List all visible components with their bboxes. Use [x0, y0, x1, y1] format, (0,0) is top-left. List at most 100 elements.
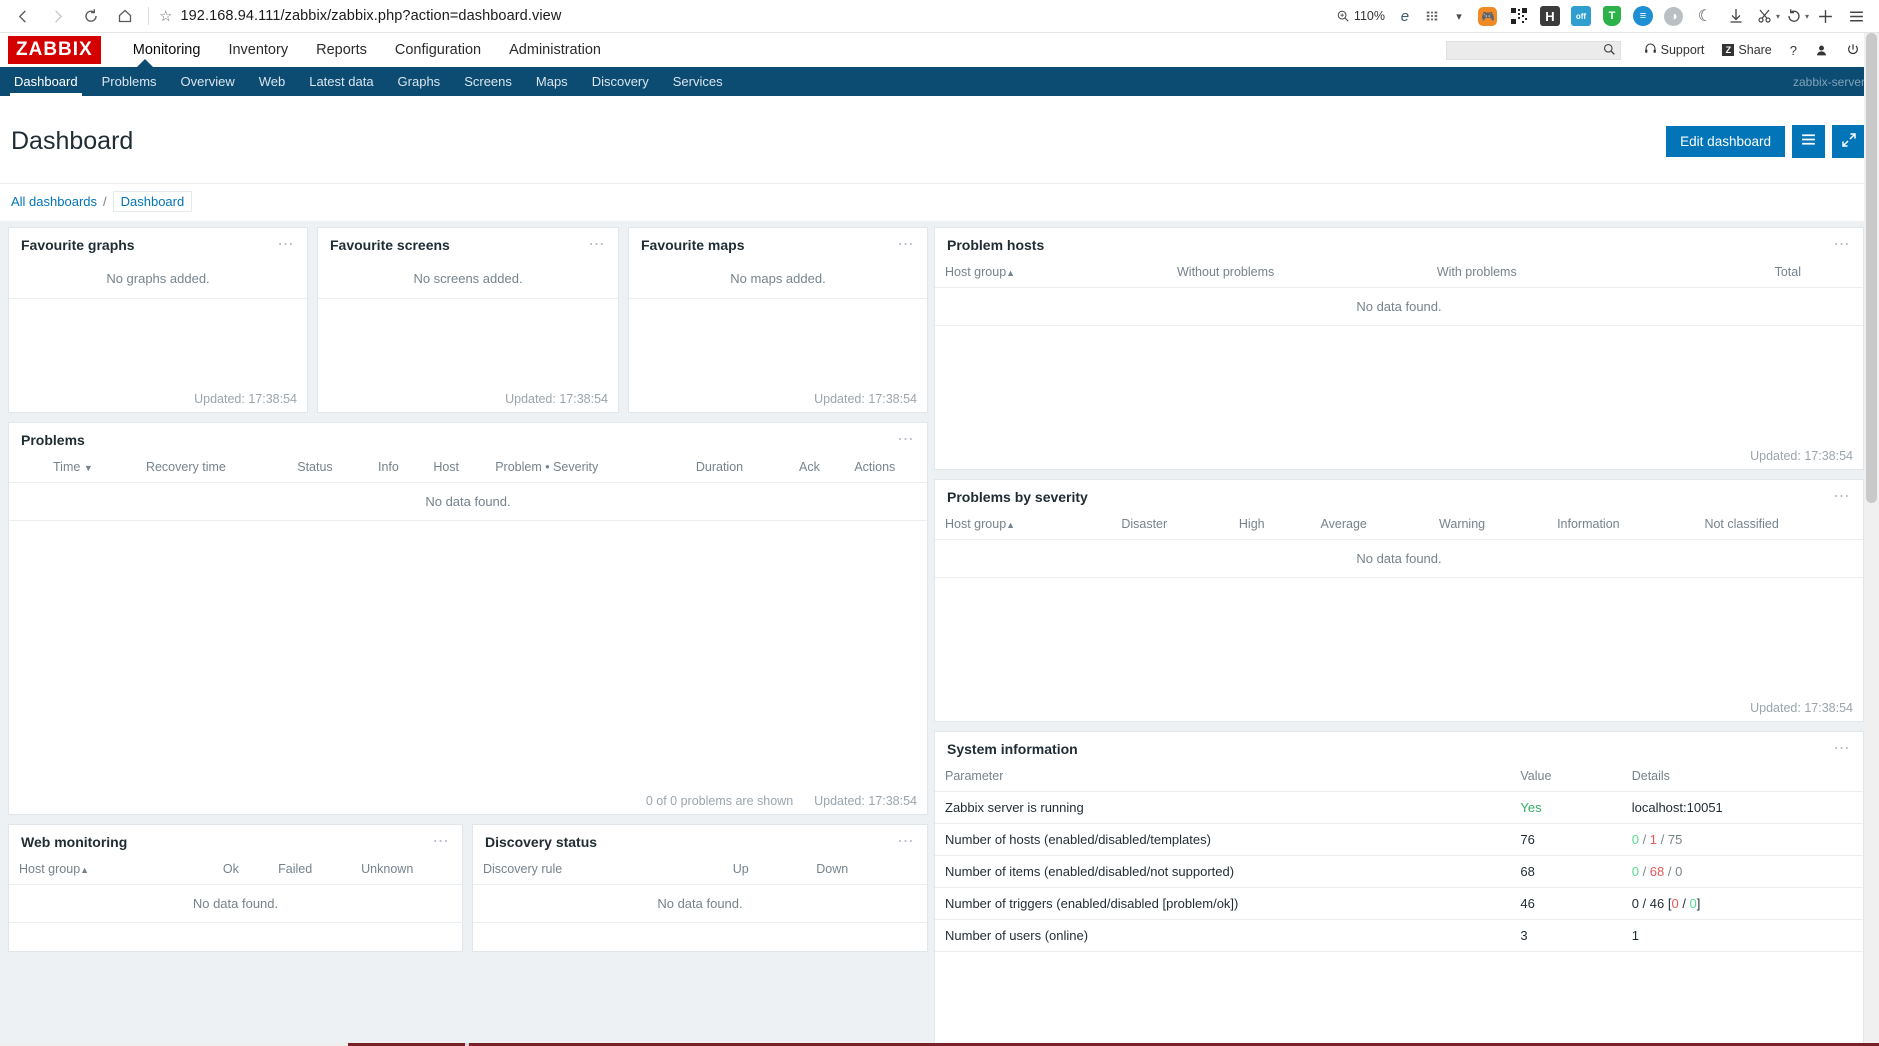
dashboard-menu-button[interactable] — [1792, 124, 1825, 158]
address-bar[interactable]: ☆ 192.168.94.111/zabbix/zabbix.php?actio… — [155, 2, 1330, 30]
shield-extension-icon[interactable]: T — [1597, 3, 1627, 29]
widget-favourite-screens[interactable]: Favourite screens ⋯ No screens added. Up… — [317, 226, 619, 413]
col-label: Host group — [945, 516, 1007, 531]
widget-title: Problems by severity — [947, 488, 1088, 505]
subnav-item-web[interactable]: Web — [247, 67, 298, 96]
widget-body: No graphs added. Updated: 17:38:54 — [9, 261, 307, 412]
h-extension-icon[interactable]: H — [1535, 3, 1565, 29]
widget-title: Favourite screens — [330, 236, 450, 253]
widget-problems[interactable]: Problems ⋯ Time ▼ Recovery time Status I… — [8, 421, 928, 815]
main-menu-item-configuration[interactable]: Configuration — [381, 35, 495, 66]
bookmark-star-icon[interactable]: ☆ — [159, 9, 172, 24]
widget-favourite-graphs[interactable]: Favourite graphs ⋯ No graphs added. Upda… — [8, 226, 308, 413]
table-header-row: Host group▲ Ok Failed Unknown — [9, 857, 462, 885]
widget-updated: Updated: 17:38:54 — [505, 391, 608, 406]
edit-dashboard-button[interactable]: Edit dashboard — [1666, 125, 1785, 157]
widget-web-monitoring[interactable]: Web monitoring ⋯ Host group▲ Ok Failed U… — [8, 823, 463, 952]
details-cell: 0 / 68 / 0 — [1621, 855, 1863, 888]
col-recovery-time[interactable]: Recovery time — [135, 455, 272, 483]
system-information-table: Parameter Value Details Zabbix server is… — [935, 764, 1863, 952]
widget-menu-icon[interactable]: ⋯ — [589, 236, 607, 252]
col-status[interactable]: Status — [271, 455, 368, 483]
subnav-item-overview[interactable]: Overview — [169, 67, 247, 96]
edge-icon[interactable]: e — [1392, 3, 1418, 29]
widget-menu-icon[interactable]: ⋯ — [278, 236, 296, 252]
widget-menu-icon[interactable]: ⋯ — [898, 431, 916, 447]
widget-system-information[interactable]: System information ⋯ Parameter Value Det… — [934, 730, 1864, 1046]
chevron-down-icon[interactable]: ▾ — [1446, 3, 1472, 29]
subnav-item-discovery[interactable]: Discovery — [580, 67, 661, 96]
downloads-icon[interactable] — [1721, 3, 1751, 29]
subnav-item-services[interactable]: Services — [661, 67, 735, 96]
page-scrollbar[interactable] — [1864, 33, 1879, 1046]
dark-mode-icon[interactable]: ☾ — [1690, 3, 1720, 29]
fullscreen-button[interactable] — [1832, 124, 1865, 158]
grid-icon[interactable] — [1419, 3, 1445, 29]
widget-discovery-status[interactable]: Discovery status ⋯ Discovery rule Up Dow… — [472, 823, 928, 952]
widget-menu-icon[interactable]: ⋯ — [1834, 236, 1852, 252]
col-host[interactable]: Host — [423, 455, 486, 483]
main-menu-item-inventory[interactable]: Inventory — [214, 35, 302, 66]
subnav-item-screens[interactable]: Screens — [452, 67, 524, 96]
subnav-item-graphs[interactable]: Graphs — [386, 67, 453, 96]
help-icon[interactable]: ? — [1781, 39, 1806, 62]
qr-code-icon[interactable] — [1504, 3, 1534, 29]
user-profile-icon[interactable] — [1806, 40, 1837, 61]
scrollbar-thumb[interactable] — [1866, 33, 1877, 503]
main-menu-item-administration[interactable]: Administration — [495, 35, 615, 66]
browser-menu-icon[interactable] — [1841, 3, 1871, 29]
search-input[interactable] — [1445, 40, 1621, 60]
breadcrumb-current[interactable]: Dashboard — [112, 190, 193, 212]
table-header-row: Discovery rule Up Down — [473, 857, 927, 885]
home-button[interactable] — [108, 2, 142, 30]
subnav-item-maps[interactable]: Maps — [524, 67, 580, 96]
breadcrumb-all-dashboards[interactable]: All dashboards — [11, 194, 97, 209]
adblock-off-icon[interactable]: off — [1566, 3, 1596, 29]
widget-menu-icon[interactable]: ⋯ — [1834, 488, 1852, 504]
col-host-group[interactable]: Host group▲ — [9, 857, 213, 885]
parameter-cell: Number of triggers (enabled/disabled [pr… — [935, 887, 1511, 920]
widget-title: Favourite graphs — [21, 236, 135, 253]
col-up: Up — [722, 857, 807, 885]
widget-menu-icon[interactable]: ⋯ — [1834, 740, 1852, 756]
back-button[interactable] — [6, 2, 40, 30]
zabbix-logo[interactable]: ZABBIX — [8, 36, 101, 64]
widget-menu-icon[interactable]: ⋯ — [898, 236, 916, 252]
headset-icon — [1644, 42, 1657, 58]
support-link[interactable]: Support — [1635, 38, 1714, 62]
details-cell: 1 — [1621, 919, 1863, 952]
new-tab-icon[interactable] — [1810, 3, 1840, 29]
col-host-group[interactable]: Host group▲ — [935, 512, 1112, 540]
circle-extension-icon[interactable]: ◑ — [1659, 3, 1689, 29]
col-problem-severity[interactable]: Problem • Severity — [485, 455, 652, 483]
bubble-extension-icon[interactable]: ≡ — [1628, 3, 1658, 29]
table-row: Number of users (online) 3 1 — [935, 919, 1863, 952]
browser-extensions-area: 110% e ▾ 🎮 H off T ≡ ◑ ☾ ▾ ▾ — [1330, 3, 1873, 29]
main-menu-item-reports[interactable]: Reports — [302, 35, 381, 66]
widget-header: System information ⋯ — [935, 732, 1863, 765]
widget-problems-by-severity[interactable]: Problems by severity ⋯ Host group▲ Disas… — [934, 478, 1864, 722]
forward-button[interactable] — [40, 2, 74, 30]
widget-menu-icon[interactable]: ⋯ — [433, 833, 451, 849]
main-menu-item-monitoring[interactable]: Monitoring — [119, 35, 215, 66]
table-row: No data found. — [9, 884, 462, 923]
sort-asc-icon: ▲ — [80, 864, 90, 875]
details-cell: localhost:10051 — [1621, 791, 1863, 824]
col-host-group[interactable]: Host group▲ — [935, 260, 1167, 288]
zoom-control[interactable]: 110% — [1330, 9, 1391, 23]
breadcrumb-separator: / — [103, 193, 107, 209]
subnav-item-latest-data[interactable]: Latest data — [297, 67, 385, 96]
subnav-item-dashboard[interactable]: Dashboard — [2, 67, 90, 96]
subnav-item-problems[interactable]: Problems — [90, 67, 169, 96]
screenshot-scissors-icon[interactable] — [1752, 3, 1778, 29]
history-icon[interactable] — [1781, 3, 1807, 29]
col-time[interactable]: Time ▼ — [9, 455, 136, 483]
col-discovery-rule[interactable]: Discovery rule — [473, 857, 723, 885]
widget-menu-icon[interactable]: ⋯ — [898, 833, 916, 849]
gamepad-icon[interactable]: 🎮 — [1473, 3, 1503, 29]
widget-favourite-maps[interactable]: Favourite maps ⋯ No maps added. Updated:… — [628, 226, 928, 413]
share-link[interactable]: Z Share — [1713, 39, 1780, 61]
web-monitoring-table: Host group▲ Ok Failed Unknown No data fo… — [9, 857, 462, 923]
reload-button[interactable] — [74, 2, 108, 30]
widget-problem-hosts[interactable]: Problem hosts ⋯ Host group▲ Without prob… — [934, 226, 1864, 470]
